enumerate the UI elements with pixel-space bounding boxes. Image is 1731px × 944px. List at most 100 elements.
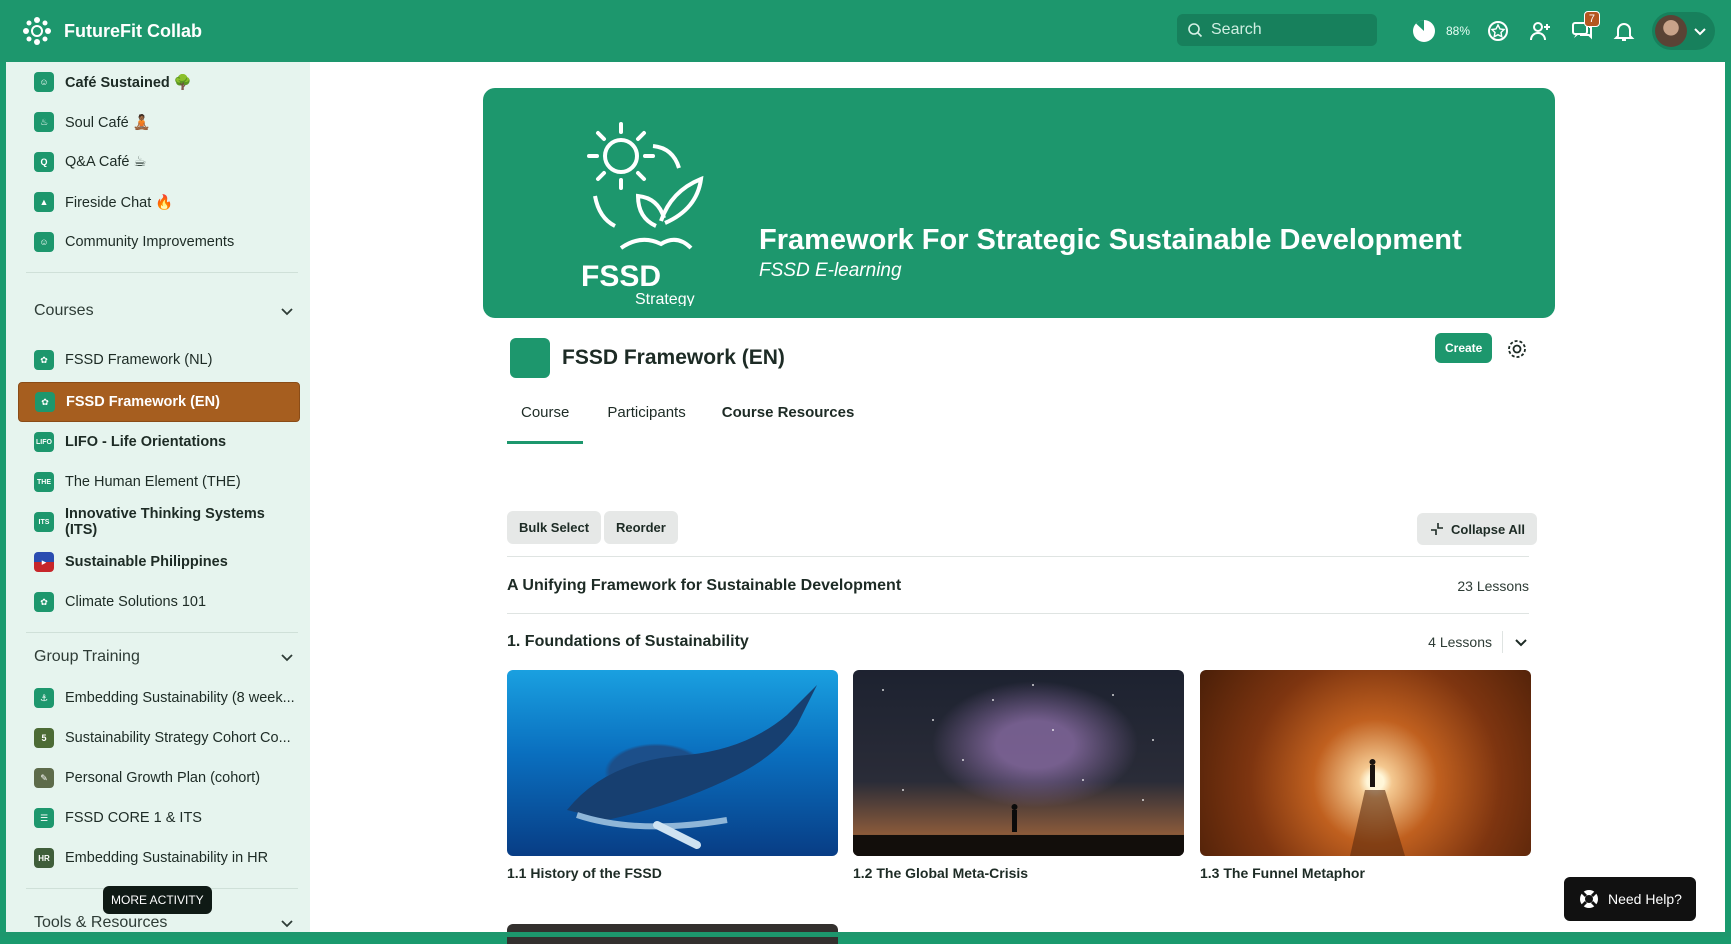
- collapse-icon: [1431, 523, 1443, 535]
- section-header[interactable]: A Unifying Framework for Sustainable Dev…: [507, 577, 1529, 595]
- course-title: FSSD Framework (EN): [562, 346, 785, 369]
- anchor-icon: ⚓: [34, 688, 54, 708]
- lifebuoy-icon: [1580, 890, 1598, 908]
- user-menu[interactable]: [1652, 12, 1716, 50]
- progress-ring-icon[interactable]: [1410, 17, 1438, 45]
- sidebar-item-the[interactable]: THE The Human Element (THE): [18, 464, 300, 500]
- fssd-logo-icon: FSSD Strategy: [581, 122, 704, 306]
- hero-title: Framework For Strategic Sustainable Deve…: [759, 224, 1462, 256]
- bottom-border: [0, 932, 1731, 937]
- course-tabs: Course Participants Course Resources: [507, 404, 878, 444]
- tab-course-resources[interactable]: Course Resources: [710, 404, 867, 444]
- channel-icon: Q: [34, 152, 54, 172]
- sidebar-item-strategy-cohort[interactable]: 5 Sustainability Strategy Cohort Co...: [18, 720, 300, 756]
- app-logo-icon: [23, 17, 51, 45]
- avatar: [1655, 15, 1688, 47]
- app-title: FutureFit Collab: [64, 20, 202, 41]
- tools-heading[interactable]: Tools & Resources: [34, 914, 294, 932]
- sidebar-item-fssd-en[interactable]: ✿ FSSD Framework (EN): [18, 382, 300, 422]
- channel-icon: ♨: [34, 112, 54, 132]
- sidebar-item-lifo[interactable]: LIFO LIFO - Life Orientations: [18, 424, 300, 460]
- channel-icon: ☺: [34, 72, 54, 92]
- bell-icon[interactable]: [1610, 17, 1638, 45]
- sidebar-item-fssd-core[interactable]: ☰ FSSD CORE 1 & ITS: [18, 800, 300, 836]
- smile-icon: ☺: [34, 232, 54, 252]
- tab-course[interactable]: Course: [507, 404, 584, 444]
- hero-subtitle: FSSD E-learning: [759, 260, 902, 281]
- sidebar-item-its[interactable]: ITS Innovative Thinking Systems (ITS): [18, 504, 300, 540]
- module-lesson-count: 4 Lessons: [1428, 634, 1492, 650]
- lesson-thumbnail: [853, 670, 1184, 856]
- group-icon: HR: [34, 848, 54, 868]
- sidebar-item-fireside-chat[interactable]: ▲ Fireside Chat 🔥: [18, 184, 300, 220]
- divider: [507, 613, 1529, 614]
- sidebar-item-qa-cafe[interactable]: Q Q&A Café ☕: [18, 144, 300, 180]
- gear-icon[interactable]: [1506, 338, 1528, 360]
- create-button[interactable]: Create: [1435, 333, 1493, 363]
- course-icon: ✿: [34, 592, 54, 612]
- divider: [26, 632, 298, 633]
- add-user-icon[interactable]: [1526, 17, 1554, 45]
- sidebar: ☺ Café Sustained 🌳 ♨ Soul Café 🧘🏾 Q Q&A Caf…: [6, 62, 310, 932]
- group-icon: ☰: [34, 808, 54, 828]
- collapse-all-button[interactable]: Collapse All: [1417, 513, 1537, 545]
- fire-icon: ▲: [34, 192, 54, 212]
- lesson-title: 1.3 The Funnel Metaphor: [1200, 865, 1365, 881]
- course-icon: LIFO: [34, 432, 54, 452]
- sidebar-item-sustainable-philippines[interactable]: ▸ Sustainable Philippines: [18, 544, 300, 580]
- divider: [26, 272, 298, 273]
- tunnel-image: [1350, 759, 1405, 856]
- svg-text:FSSD: FSSD: [581, 260, 661, 293]
- reorder-button[interactable]: Reorder: [604, 511, 678, 544]
- lesson-card[interactable]: 1.3 The Funnel Metaphor: [1200, 670, 1531, 881]
- sidebar-item-fssd-nl[interactable]: ✿ FSSD Framework (NL): [18, 342, 300, 378]
- sidebar-item-embedding-sustainability[interactable]: ⚓ Embedding Sustainability (8 week...: [18, 680, 300, 716]
- chevron-down-icon[interactable]: [280, 650, 294, 664]
- module-header[interactable]: 1. Foundations of Sustainability 4 Lesso…: [507, 631, 1529, 653]
- chevron-down-icon: [1694, 28, 1706, 36]
- course-icon: THE: [34, 472, 54, 492]
- flag-icon: ▸: [34, 552, 54, 572]
- module-title: 1. Foundations of Sustainability: [507, 633, 749, 650]
- progress-percent: 88%: [1446, 24, 1471, 38]
- course-hero-banner: FSSD Strategy Framework For Strategic Su…: [483, 88, 1555, 318]
- chevron-down-icon[interactable]: [280, 304, 294, 318]
- sidebar-item-cafe-sustained[interactable]: ☺ Café Sustained 🌳: [18, 64, 300, 100]
- course-thumbnail-icon: [510, 338, 550, 378]
- sidebar-item-community-improvements[interactable]: ☺ Community Improvements: [18, 224, 300, 260]
- search-input[interactable]: Search: [1177, 14, 1377, 46]
- chevron-down-icon[interactable]: [1513, 634, 1529, 650]
- lesson-thumbnail: [1200, 670, 1531, 856]
- notification-badge: 7: [1583, 11, 1601, 27]
- divider: [1502, 631, 1503, 653]
- need-help-button[interactable]: Need Help?: [1564, 877, 1696, 921]
- lesson-card[interactable]: 1.1 History of the FSSD: [507, 670, 838, 881]
- sidebar-item-soul-cafe[interactable]: ♨ Soul Café 🧘🏾: [18, 104, 300, 140]
- course-icon: ✿: [34, 350, 54, 370]
- courses-heading[interactable]: Courses: [34, 302, 294, 320]
- more-activity-button[interactable]: MORE ACTIVITY: [103, 886, 212, 914]
- bulk-select-button[interactable]: Bulk Select: [507, 511, 602, 544]
- lesson-thumbnail: [507, 670, 838, 856]
- whale-image: [567, 685, 817, 849]
- course-icon: ITS: [34, 512, 54, 532]
- tab-participants[interactable]: Participants: [595, 404, 697, 444]
- brand[interactable]: FutureFit Collab: [20, 14, 202, 48]
- achievements-icon[interactable]: [1484, 17, 1512, 45]
- section-title: A Unifying Framework for Sustainable Dev…: [507, 577, 902, 594]
- search-placeholder: Search: [1211, 21, 1262, 38]
- sidebar-item-climate-solutions[interactable]: ✿ Climate Solutions 101: [18, 584, 300, 620]
- chat-icon[interactable]: 7: [1568, 11, 1601, 45]
- sidebar-item-growth-plan[interactable]: ✎ Personal Growth Plan (cohort): [18, 760, 300, 796]
- lesson-card[interactable]: 1.2 The Global Meta-Crisis: [853, 670, 1184, 881]
- night-sky-image: [853, 684, 1184, 856]
- svg-text:Strategy: Strategy: [635, 291, 695, 306]
- lesson-title: 1.2 The Global Meta-Crisis: [853, 865, 1029, 881]
- group-icon: ✎: [34, 768, 54, 788]
- group-training-heading[interactable]: Group Training: [34, 648, 294, 666]
- course-icon: ✿: [35, 392, 55, 412]
- main-content: FSSD Strategy Framework For Strategic Su…: [310, 62, 1725, 944]
- group-icon: 5: [34, 728, 54, 748]
- sidebar-item-embedding-hr[interactable]: HR Embedding Sustainability in HR: [18, 840, 300, 876]
- chevron-down-icon[interactable]: [280, 916, 294, 930]
